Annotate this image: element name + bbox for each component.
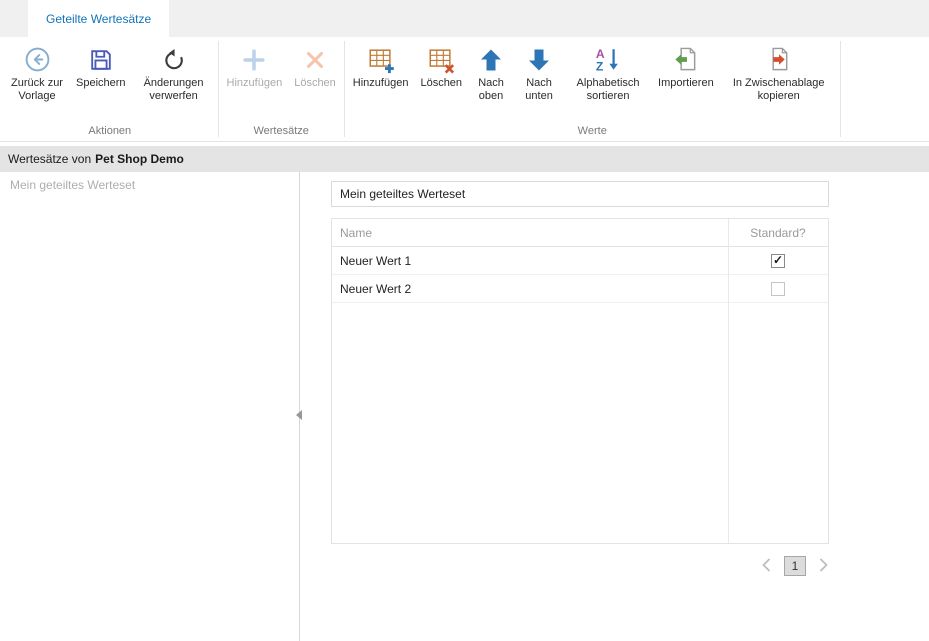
table-header-row: Name Standard?: [332, 219, 828, 247]
table-delete-icon: [427, 44, 455, 75]
ribbon-group-werte: Hinzufügen Löschen Nach: [345, 37, 840, 141]
import-button[interactable]: Importieren: [653, 38, 719, 92]
table-add-icon: [367, 44, 395, 75]
ribbon-group-label: Aktionen: [4, 123, 216, 141]
ribbon-group-label: Werte: [347, 123, 838, 141]
chevron-right-icon: [818, 557, 829, 576]
content: Mein geteiltes Werteset Name Standard? N…: [0, 172, 929, 641]
save-button[interactable]: Speichern: [71, 38, 131, 92]
sidebar-item-label: Mein geteiltes Werteset: [10, 178, 135, 192]
ribbon-group-aktionen: Zurück zur Vorlage Speichern: [2, 37, 218, 141]
delete-valueset-button[interactable]: Löschen: [289, 38, 341, 92]
column-header-standard: Standard?: [728, 226, 828, 240]
arrow-up-icon: [479, 44, 503, 75]
current-page-number: 1: [792, 559, 799, 573]
plus-icon: [241, 44, 267, 75]
button-label: Änderungen verwerfen: [138, 77, 210, 103]
tab-geteilte-wertesaetze[interactable]: Geteilte Wertesätze: [28, 0, 169, 37]
page-header-prefix: Wertesätze von: [8, 152, 91, 166]
undo-icon: [161, 44, 187, 75]
chevron-left-icon: [761, 557, 772, 576]
standard-cell: [728, 282, 828, 296]
button-label: Speichern: [76, 77, 126, 90]
sort-alphabetically-button[interactable]: A Z Alphabetisch sortieren: [565, 38, 651, 105]
sidebar-item-valueset[interactable]: Mein geteiltes Werteset: [0, 172, 299, 198]
standard-checkbox[interactable]: [771, 254, 785, 268]
import-icon: [672, 44, 699, 75]
column-header-name: Name: [332, 226, 728, 240]
ribbon-group-label: Wertesätze: [221, 123, 342, 141]
ribbon: Zurück zur Vorlage Speichern: [0, 37, 929, 142]
ribbon-separator: [840, 41, 841, 137]
arrow-down-icon: [527, 44, 551, 75]
tab-bar: Geteilte Wertesätze: [0, 0, 929, 37]
back-to-template-button[interactable]: Zurück zur Vorlage: [5, 38, 69, 105]
svg-text:Z: Z: [596, 60, 604, 73]
move-up-button[interactable]: Nach oben: [469, 38, 513, 105]
map-name: Pet Shop Demo: [95, 152, 184, 166]
button-label: Alphabetisch sortieren: [570, 77, 646, 103]
button-label: Löschen: [420, 77, 462, 90]
ribbon-group-wertesaetze: Hinzufügen Löschen Wertesätze: [219, 37, 344, 141]
valueset-name-input[interactable]: [331, 181, 829, 207]
standard-cell: [728, 254, 828, 268]
delete-x-icon: [303, 44, 327, 75]
button-label: Importieren: [658, 77, 714, 90]
add-value-button[interactable]: Hinzufügen: [348, 38, 414, 92]
add-valueset-button[interactable]: Hinzufügen: [222, 38, 288, 92]
copy-to-clipboard-button[interactable]: In Zwischenablage kopieren: [721, 38, 837, 105]
value-name-cell: Neuer Wert 1: [332, 254, 728, 268]
current-page-indicator[interactable]: 1: [784, 556, 806, 576]
tab-label: Geteilte Wertesätze: [46, 12, 151, 26]
discard-changes-button[interactable]: Änderungen verwerfen: [133, 38, 215, 105]
button-label: In Zwischenablage kopieren: [726, 77, 832, 103]
previous-page-button[interactable]: [761, 557, 772, 576]
pagination: 1: [331, 556, 829, 576]
sort-az-icon: A Z: [594, 44, 622, 75]
values-table: Name Standard? Neuer Wert 1 Neuer Wert 2: [331, 218, 829, 544]
delete-value-button[interactable]: Löschen: [415, 38, 467, 92]
button-label: Löschen: [294, 77, 336, 90]
button-label: Zurück zur Vorlage: [10, 77, 64, 103]
move-down-button[interactable]: Nach unten: [515, 38, 563, 105]
button-label: Hinzufügen: [227, 77, 283, 90]
save-icon: [88, 44, 114, 75]
table-row[interactable]: Neuer Wert 1: [332, 247, 828, 275]
valueset-editor: Name Standard? Neuer Wert 1 Neuer Wert 2: [300, 172, 929, 641]
button-label: Nach oben: [474, 77, 508, 103]
value-name-cell: Neuer Wert 2: [332, 282, 728, 296]
table-row[interactable]: Neuer Wert 2: [332, 275, 828, 303]
page-header: Wertesätze von Pet Shop Demo: [0, 146, 929, 172]
back-circle-icon: [24, 44, 51, 75]
standard-checkbox[interactable]: [771, 282, 785, 296]
button-label: Nach unten: [520, 77, 558, 103]
button-label: Hinzufügen: [353, 77, 409, 90]
valueset-list-panel: Mein geteiltes Werteset: [0, 172, 300, 641]
panel-collapse-handle[interactable]: [296, 410, 302, 420]
copy-to-clipboard-icon: [765, 44, 792, 75]
next-page-button[interactable]: [818, 557, 829, 576]
column-divider: [728, 219, 729, 543]
